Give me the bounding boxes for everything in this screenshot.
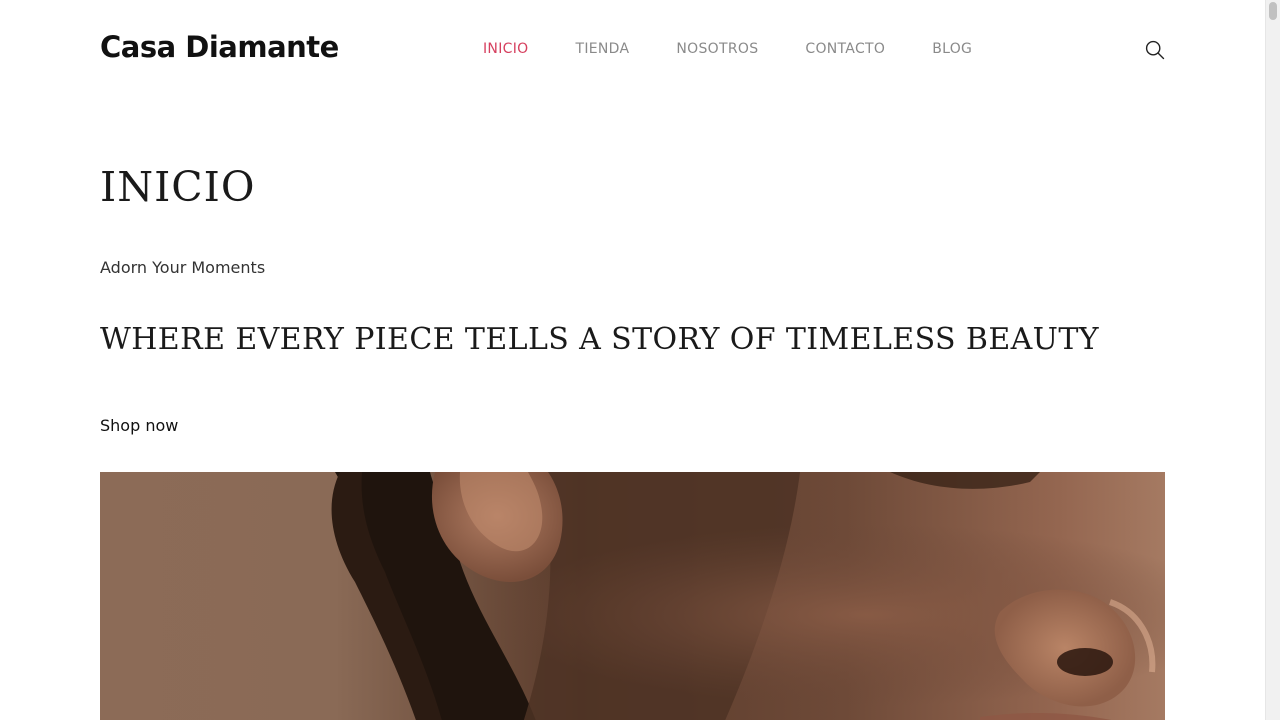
hero-tagline: Adorn Your Moments xyxy=(100,258,266,277)
page-title: INICIO xyxy=(100,163,256,211)
page: Casa Diamante INICIO TIENDA NOSOTROS CON… xyxy=(0,0,1265,720)
site-header: Casa Diamante INICIO TIENDA NOSOTROS CON… xyxy=(100,20,1165,80)
scrollbar-thumb[interactable] xyxy=(1269,2,1277,20)
nav-item-blog[interactable]: BLOG xyxy=(932,41,972,57)
search-icon[interactable] xyxy=(1145,40,1165,60)
shop-now-link[interactable]: Shop now xyxy=(100,416,178,435)
nav-item-inicio[interactable]: INICIO xyxy=(483,41,528,57)
nav-item-nosotros[interactable]: NOSOTROS xyxy=(676,41,758,57)
nav-item-contacto[interactable]: CONTACTO xyxy=(805,41,885,57)
hero-headline: WHERE EVERY PIECE TELLS A STORY OF TIMEL… xyxy=(100,322,1099,357)
site-logo[interactable]: Casa Diamante xyxy=(100,30,339,64)
hero-image xyxy=(100,472,1165,720)
scrollbar[interactable] xyxy=(1265,0,1280,720)
nav-item-tienda[interactable]: TIENDA xyxy=(575,41,629,57)
main-nav: INICIO TIENDA NOSOTROS CONTACTO BLOG xyxy=(483,41,1019,57)
